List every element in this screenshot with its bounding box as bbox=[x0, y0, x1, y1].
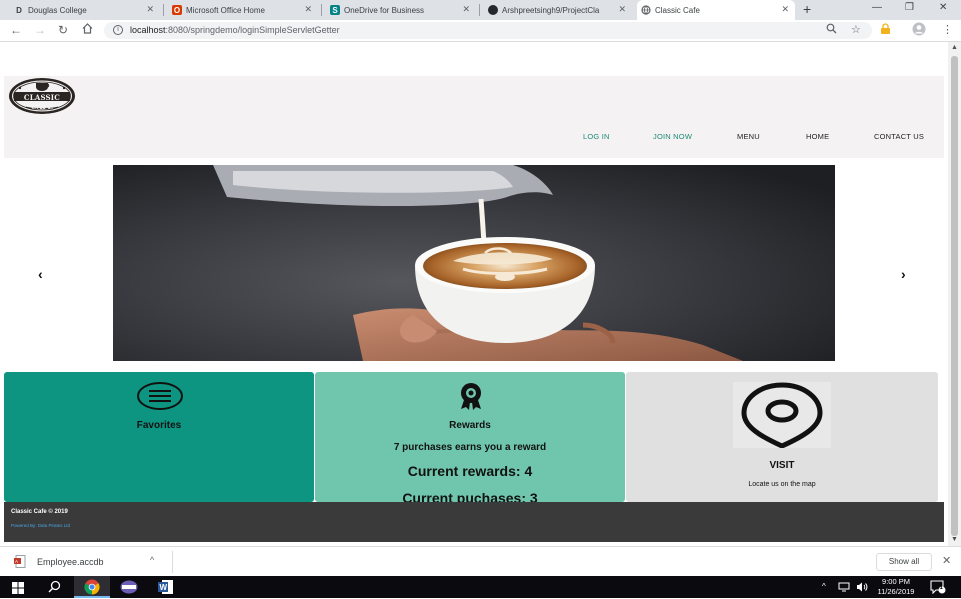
clock-date: 11/26/2019 bbox=[877, 587, 915, 596]
address-host: localhost bbox=[130, 25, 166, 35]
taskbar-clock[interactable]: 9:00 PM 11/26/2019 bbox=[866, 577, 926, 597]
chevron-up-icon[interactable]: ^ bbox=[150, 555, 154, 565]
chevron-up-icon[interactable]: ^ bbox=[822, 582, 826, 591]
taskbar-chrome-button[interactable] bbox=[74, 576, 110, 598]
office-favicon-icon: O bbox=[172, 5, 182, 15]
address-path: :8080/springdemo/loginSimpleServletGette… bbox=[165, 25, 340, 35]
scroll-up-icon[interactable]: ▲ bbox=[951, 44, 958, 51]
close-icon[interactable]: ✕ bbox=[781, 4, 789, 15]
menu-kebab-icon[interactable]: ⋮ bbox=[942, 23, 953, 36]
web-page: CLASSIC CAFE LOG IN JOIN NOW MENU HOME C… bbox=[0, 42, 948, 546]
carousel-prev-arrow-icon[interactable]: ‹ bbox=[38, 266, 43, 282]
nav-join-now-link[interactable]: JOIN NOW bbox=[653, 132, 692, 141]
page-scrollbar[interactable]: ▲ ▼ bbox=[948, 42, 961, 546]
site-footer: Classic Cafe © 2019 Powered By: Data Pir… bbox=[4, 502, 944, 542]
taskbar-app-button[interactable] bbox=[111, 576, 147, 598]
award-ribbon-icon bbox=[455, 382, 487, 415]
download-file-name[interactable]: Employee.accdb bbox=[37, 557, 104, 567]
browser-tab-strip: D Douglas College ✕ O Microsoft Office H… bbox=[0, 0, 961, 20]
taskbar-word-button[interactable]: W bbox=[148, 576, 184, 598]
reload-icon[interactable]: ↻ bbox=[58, 23, 68, 37]
current-purchases-text: Current puchases: 3 bbox=[402, 490, 538, 502]
footer-copyright: Classic Cafe © 2019 bbox=[11, 509, 68, 515]
home-icon[interactable] bbox=[82, 23, 93, 37]
close-window-icon[interactable]: ✕ bbox=[939, 2, 947, 13]
nav-log-in-link[interactable]: LOG IN bbox=[583, 132, 610, 141]
tab-github[interactable]: Arshpreetsingh9/ProjectCla ✕ bbox=[484, 0, 632, 20]
logo-text: CLASSIC CAFE bbox=[23, 92, 61, 111]
scroll-down-icon[interactable]: ▼ bbox=[951, 536, 958, 543]
hero-carousel-image bbox=[113, 165, 835, 361]
close-download-bar-icon[interactable]: ✕ bbox=[942, 554, 951, 567]
word-icon: W bbox=[158, 580, 173, 594]
close-icon[interactable]: ✕ bbox=[304, 4, 312, 15]
site-header: CLASSIC CAFE LOG IN JOIN NOW MENU HOME C… bbox=[4, 76, 944, 158]
back-arrow-icon[interactable]: ← bbox=[10, 23, 22, 37]
carousel-next-arrow-icon[interactable]: › bbox=[901, 266, 906, 282]
windows-start-icon[interactable] bbox=[12, 581, 24, 599]
info-icon[interactable]: i bbox=[113, 25, 123, 35]
nav-home-link[interactable]: HOME bbox=[806, 132, 829, 141]
location-pin-icon bbox=[733, 382, 831, 449]
classic-cafe-logo[interactable]: CLASSIC CAFE bbox=[6, 76, 76, 116]
favorites-card[interactable]: Favorites bbox=[4, 372, 314, 502]
browser-toolbar: ← → ↻ i localhost:8080/springdemo/loginS… bbox=[0, 20, 961, 42]
nav-contact-us-link[interactable]: CONTACT US bbox=[874, 132, 924, 141]
bookmark-star-icon[interactable]: ☆ bbox=[851, 23, 861, 36]
tab-title: Arshpreetsingh9/ProjectCla bbox=[502, 5, 600, 15]
tab-onedrive[interactable]: S OneDrive for Business ✕ bbox=[326, 0, 476, 20]
search-icon[interactable] bbox=[48, 580, 61, 598]
visit-card[interactable]: VISIT Locate us on the map bbox=[626, 372, 938, 502]
notification-count: 1 bbox=[939, 585, 943, 591]
tab-douglas-college[interactable]: D Douglas College ✕ bbox=[10, 0, 160, 20]
minimize-icon[interactable]: — bbox=[872, 2, 882, 13]
github-icon bbox=[488, 5, 498, 15]
new-tab-button[interactable]: + bbox=[803, 1, 811, 17]
tab-title: Douglas College bbox=[28, 5, 87, 15]
restore-icon[interactable]: ❐ bbox=[905, 2, 914, 13]
svg-text:A: A bbox=[15, 559, 18, 564]
globe-icon bbox=[641, 5, 651, 15]
visit-text: Locate us on the map bbox=[748, 481, 816, 488]
app-icon bbox=[120, 580, 138, 594]
menu-list-icon bbox=[136, 381, 184, 416]
rewards-title: Rewards bbox=[449, 420, 491, 431]
pdf-file-icon: A bbox=[14, 555, 26, 573]
scrollbar-thumb[interactable] bbox=[951, 56, 958, 536]
current-rewards-text: Current rewards: 4 bbox=[407, 463, 533, 479]
close-icon[interactable]: ✕ bbox=[146, 4, 154, 15]
clock-time: 9:00 PM bbox=[882, 577, 910, 586]
download-bar: A Employee.accdb ^ Show all ✕ bbox=[0, 546, 961, 576]
close-icon[interactable]: ✕ bbox=[462, 4, 470, 15]
close-icon[interactable]: ✕ bbox=[618, 4, 626, 15]
svg-text:W: W bbox=[160, 583, 168, 592]
zoom-icon[interactable] bbox=[826, 23, 837, 37]
network-icon[interactable] bbox=[838, 582, 850, 594]
tab-title: OneDrive for Business bbox=[344, 5, 425, 15]
profile-avatar[interactable] bbox=[912, 22, 926, 39]
rewards-subtitle: 7 purchases earns you a reward bbox=[393, 442, 547, 453]
visit-title: VISIT bbox=[769, 460, 795, 471]
tab-classic-cafe[interactable]: Classic Cafe ✕ bbox=[637, 0, 795, 20]
tab-title: Microsoft Office Home bbox=[186, 5, 265, 15]
footer-powered-by-link[interactable]: Powered By: Data Pirates Ltd bbox=[11, 523, 70, 528]
favorites-title: Favorites bbox=[136, 420, 182, 431]
chrome-icon bbox=[84, 579, 100, 595]
forward-arrow-icon[interactable]: → bbox=[34, 23, 46, 37]
rewards-card[interactable]: Rewards 7 purchases earns you a reward C… bbox=[315, 372, 625, 502]
windows-taskbar: W ^ 9:00 PM 11/26/2019 1 bbox=[0, 576, 961, 598]
sharepoint-favicon-icon: S bbox=[330, 5, 340, 15]
address-bar[interactable]: i localhost:8080/springdemo/loginSimpleS… bbox=[104, 22, 872, 39]
douglas-favicon-icon: D bbox=[16, 5, 22, 15]
notification-center-icon[interactable]: 1 bbox=[930, 580, 946, 599]
show-all-button[interactable]: Show all bbox=[876, 553, 932, 571]
extension-lock-icon[interactable] bbox=[880, 23, 891, 38]
tab-title: Classic Cafe bbox=[655, 5, 700, 15]
nav-menu-link[interactable]: MENU bbox=[737, 132, 760, 141]
tab-office-home[interactable]: O Microsoft Office Home ✕ bbox=[168, 0, 318, 20]
